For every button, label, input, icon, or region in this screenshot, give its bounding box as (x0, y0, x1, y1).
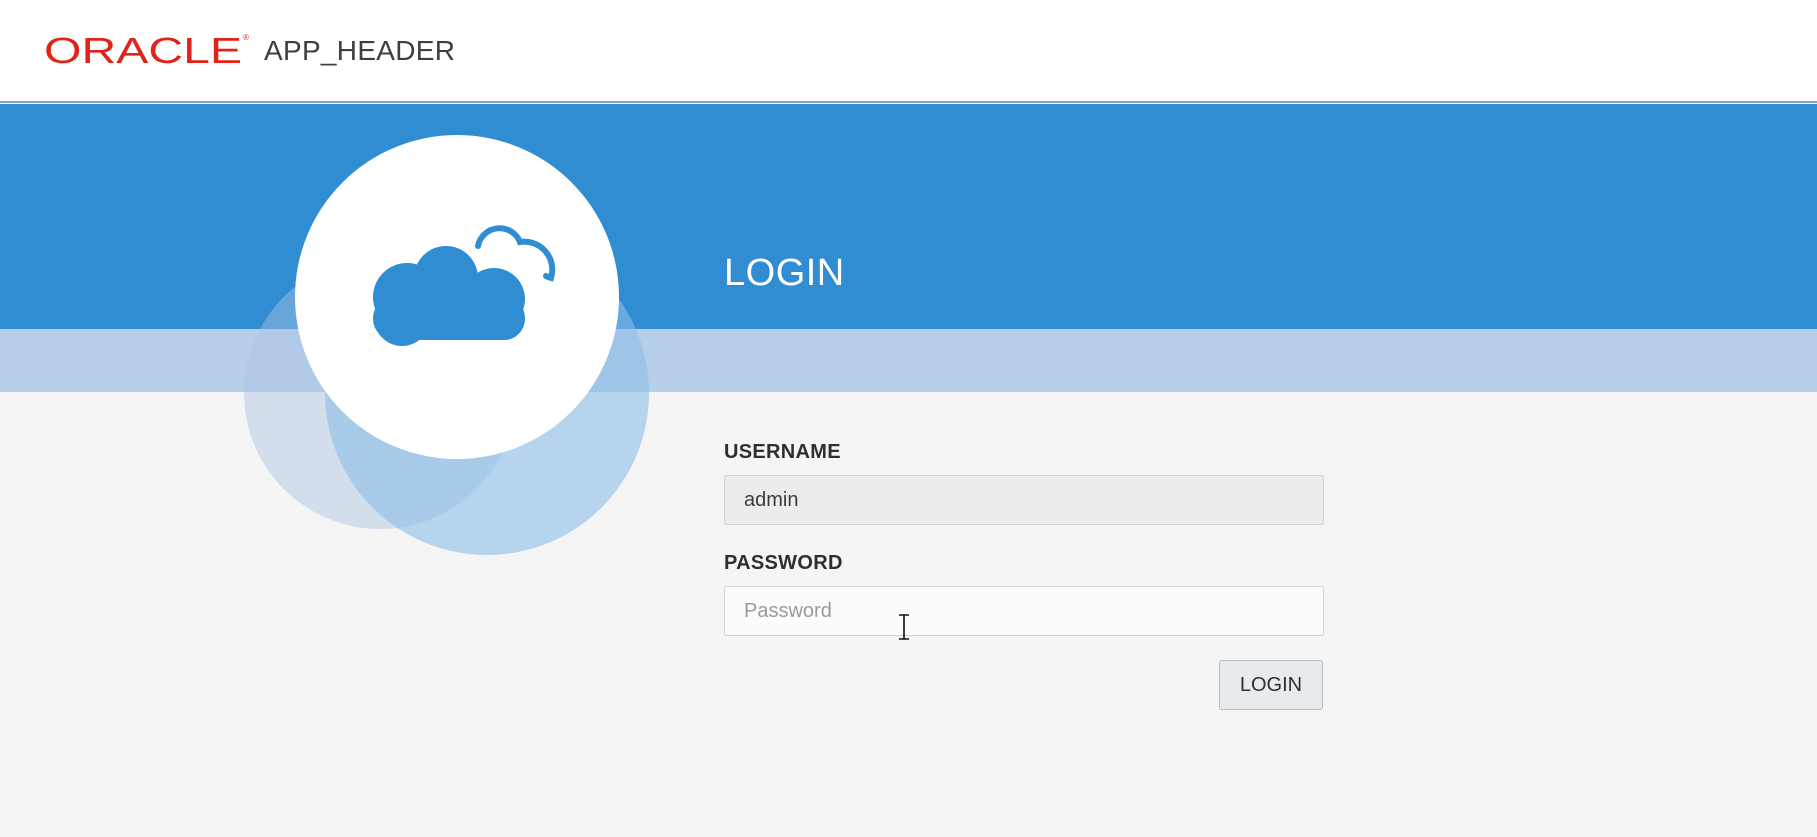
svg-text:®: ® (243, 33, 249, 42)
username-field[interactable] (724, 475, 1324, 525)
password-field[interactable] (724, 586, 1324, 636)
password-label: PASSWORD (724, 552, 843, 574)
login-title: LOGIN (724, 252, 845, 294)
banner (0, 104, 1817, 329)
banner-strip (0, 329, 1817, 392)
login-button[interactable]: LOGIN (1219, 660, 1323, 710)
oracle-logo: ORACLE ® (44, 30, 250, 70)
text-cursor-icon (899, 614, 909, 640)
app-header: ORACLE ® APP_HEADER (0, 0, 1817, 103)
svg-text:ORACLE: ORACLE (44, 30, 242, 70)
app-header-title: APP_HEADER (264, 35, 456, 66)
username-label: USERNAME (724, 441, 841, 463)
